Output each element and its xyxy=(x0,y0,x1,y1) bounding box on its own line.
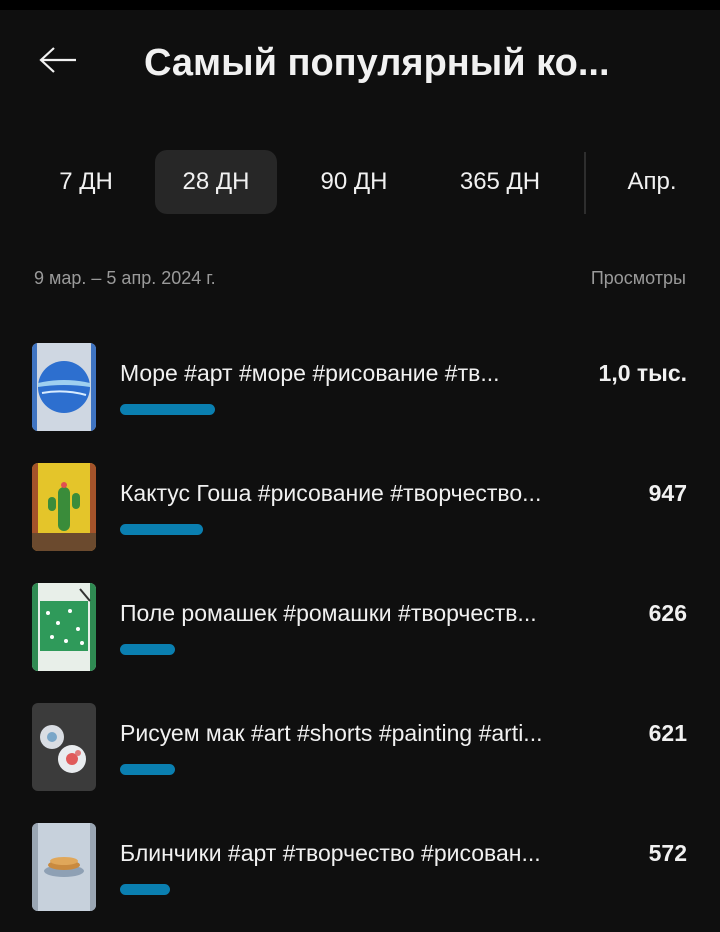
views-bar xyxy=(120,404,215,415)
video-row[interactable]: Море #арт #море #рисование #тв... 1,0 ты… xyxy=(0,340,720,432)
tab-april[interactable]: Апр. xyxy=(604,150,700,214)
video-row[interactable]: Кактус Гоша #рисование #творчество... 94… xyxy=(0,460,720,552)
video-thumbnail xyxy=(32,703,96,791)
tab-90-days[interactable]: 90 ДН xyxy=(290,150,418,214)
video-row[interactable]: Поле ромашек #ромашки #творчеств... 626 xyxy=(0,580,720,672)
video-views: 947 xyxy=(648,480,687,506)
video-title: Рисуем мак #art #shorts #painting #arti.… xyxy=(120,720,543,746)
period-tabs: 7 ДН 28 ДН 90 ДН 365 ДН Апр. xyxy=(0,150,720,216)
tab-divider xyxy=(584,152,586,214)
metric-label: Просмотры xyxy=(590,268,686,288)
video-thumbnail xyxy=(32,583,96,671)
video-title: Блинчики #арт #творчество #рисован... xyxy=(120,840,541,866)
page-title: Самый популярный ко... xyxy=(144,42,610,84)
video-views: 572 xyxy=(648,840,687,866)
video-row[interactable]: Блинчики #арт #творчество #рисован... 57… xyxy=(0,820,720,912)
arrow-left-icon xyxy=(38,46,78,79)
back-button[interactable] xyxy=(30,40,86,84)
status-bar-strip xyxy=(0,0,720,10)
views-bar xyxy=(120,884,170,895)
views-bar xyxy=(120,644,175,655)
views-bar xyxy=(120,764,175,775)
app-header: Самый популярный ко... xyxy=(0,10,720,120)
summary-row: 9 мар. – 5 апр. 2024 г. Просмотры xyxy=(0,268,720,298)
video-thumbnail xyxy=(32,823,96,911)
video-thumbnail xyxy=(32,343,96,431)
tab-365-days[interactable]: 365 ДН xyxy=(432,150,568,214)
video-title: Море #арт #море #рисование #тв... xyxy=(120,360,500,386)
video-thumbnail xyxy=(32,463,96,551)
video-row[interactable]: Рисуем мак #art #shorts #painting #arti.… xyxy=(0,700,720,792)
video-views: 1,0 тыс. xyxy=(598,360,687,386)
tab-28-days[interactable]: 28 ДН xyxy=(155,150,277,214)
date-range: 9 мар. – 5 апр. 2024 г. xyxy=(34,268,216,288)
views-bar xyxy=(120,524,203,535)
video-title: Кактус Гоша #рисование #творчество... xyxy=(120,480,542,506)
video-views: 621 xyxy=(648,720,687,746)
video-title: Поле ромашек #ромашки #творчеств... xyxy=(120,600,537,626)
video-views: 626 xyxy=(648,600,687,626)
tab-7-days[interactable]: 7 ДН xyxy=(30,150,142,214)
